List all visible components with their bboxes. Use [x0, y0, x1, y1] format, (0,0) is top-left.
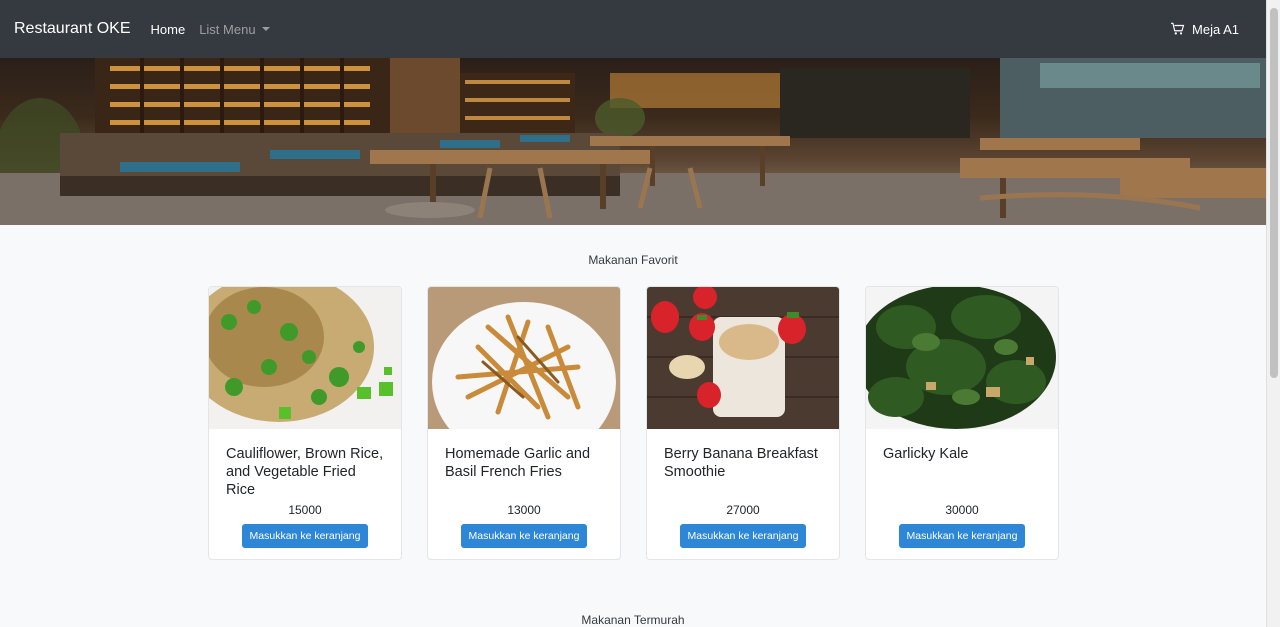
- menu-card: Cauliflower, Brown Rice, and Vegetable F…: [208, 286, 402, 560]
- menu-card-title: Cauliflower, Brown Rice, and Vegetable F…: [226, 446, 384, 498]
- menu-card: Homemade Garlic and Basil French Fries 1…: [427, 286, 621, 560]
- navbar: Restaurant OKE Home List Menu Meja A1: [0, 0, 1266, 58]
- menu-card-title: Garlicky Kale: [883, 446, 969, 462]
- menu-card-title: Homemade Garlic and Basil French Fries: [445, 446, 591, 480]
- favorite-menu-list: Cauliflower, Brown Rice, and Vegetable F…: [208, 286, 1059, 560]
- add-to-cart-button[interactable]: Masukkan ke keranjang: [461, 524, 587, 548]
- menu-card-price: 27000: [726, 503, 760, 517]
- smoothie-image: [647, 287, 839, 429]
- page-scrollbar[interactable]: [1266, 0, 1280, 627]
- french-fries-image: [428, 287, 620, 429]
- menu-card-price: 15000: [288, 503, 322, 517]
- cart-link[interactable]: Meja A1: [1171, 22, 1239, 37]
- add-to-cart-button[interactable]: Masukkan ke keranjang: [680, 524, 806, 548]
- cart-icon: [1171, 22, 1185, 35]
- restaurant-interior-illustration: [0, 58, 1266, 225]
- scrollbar-thumb[interactable]: [1270, 8, 1278, 378]
- menu-card-title: Berry Banana Breakfast Smoothie: [664, 446, 818, 480]
- section-title-termurah: Makanan Termurah: [581, 613, 685, 627]
- nav-list-menu-dropdown[interactable]: List Menu: [199, 21, 270, 37]
- add-to-cart-button[interactable]: Masukkan ke keranjang: [899, 524, 1025, 548]
- hero-banner-image: [0, 58, 1266, 225]
- chevron-down-icon: [261, 27, 270, 31]
- menu-card-price: 13000: [507, 503, 541, 517]
- nav-list-menu-label: List Menu: [199, 21, 256, 37]
- nav-home-link[interactable]: Home: [151, 22, 186, 37]
- menu-card: Berry Banana Breakfast Smoothie 27000 Ma…: [646, 286, 840, 560]
- menu-card: Garlicky Kale 30000 Masukkan ke keranjan…: [865, 286, 1059, 560]
- fried-rice-image: [209, 287, 401, 429]
- kale-image: [866, 287, 1058, 429]
- section-title-favorit: Makanan Favorit: [588, 253, 678, 267]
- table-label: Meja A1: [1192, 21, 1239, 37]
- brand-logo-text[interactable]: Restaurant OKE: [14, 20, 131, 38]
- add-to-cart-button[interactable]: Masukkan ke keranjang: [242, 524, 368, 548]
- menu-card-price: 30000: [945, 503, 979, 517]
